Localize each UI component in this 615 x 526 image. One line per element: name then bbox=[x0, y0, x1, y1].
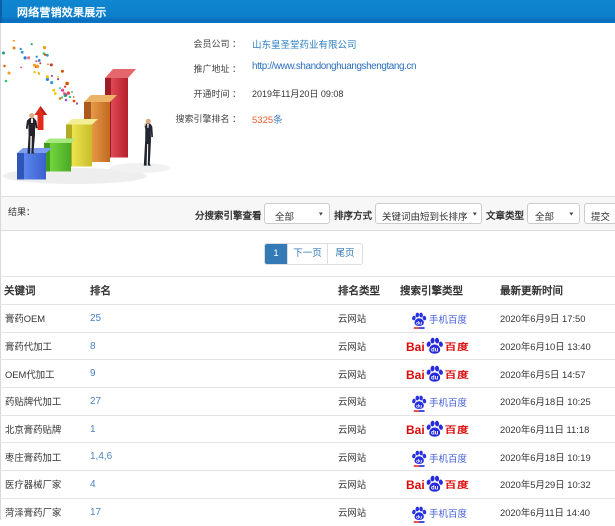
svg-text:du: du bbox=[416, 403, 422, 409]
svg-text:du: du bbox=[431, 431, 439, 437]
svg-text:du: du bbox=[416, 459, 422, 465]
svg-text:du: du bbox=[431, 375, 439, 381]
svg-text:du: du bbox=[416, 514, 422, 520]
svg-text:du: du bbox=[416, 320, 422, 326]
svg-text:du: du bbox=[431, 348, 439, 354]
svg-text:du: du bbox=[431, 486, 439, 492]
